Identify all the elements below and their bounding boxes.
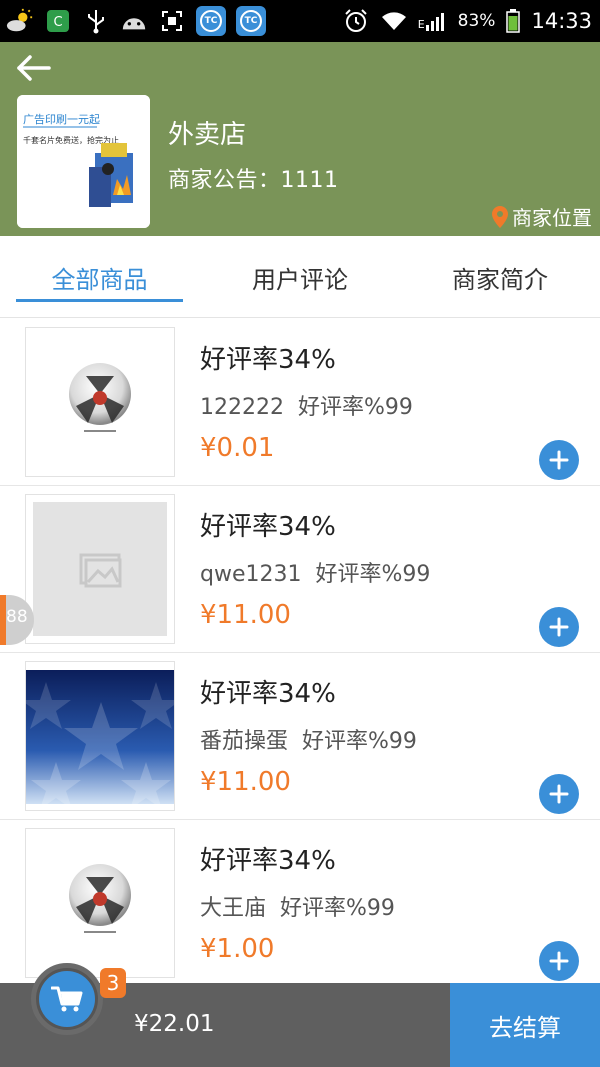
plus-icon (549, 951, 569, 971)
product-rating: 好评率%99 (315, 562, 431, 587)
product-title: 好评率34% (200, 512, 336, 542)
cart-count-badge: 3 (100, 968, 126, 998)
product-name: qwe1231 (200, 562, 302, 587)
tc-app-icon: TC (236, 6, 266, 36)
tab-active-indicator (16, 299, 183, 302)
cart-icon-circle (39, 971, 95, 1027)
wifi-icon (380, 7, 408, 35)
product-rating: 好评率%99 (302, 729, 417, 754)
shopping-cart-icon (51, 986, 83, 1012)
battery-percent: 83% (457, 11, 496, 31)
signal-icon: E (418, 11, 448, 31)
product-subtitle: 122222 好评率%99 (200, 389, 413, 421)
product-rating: 好评率%99 (297, 395, 413, 420)
product-title: 好评率34% (200, 846, 336, 876)
product-rating: 好评率%99 (280, 896, 395, 921)
product-price: ¥0.01 (200, 433, 275, 463)
product-price: ¥1.00 (200, 934, 275, 964)
product-image (25, 494, 175, 644)
product-item[interactable]: 好评率34% 番茄操蛋 好评率%99 ¥11.00 (0, 653, 600, 820)
clock: 14:33 (531, 9, 592, 33)
product-item[interactable]: 好评率34% 122222 好评率%99 ¥0.01 (0, 319, 600, 486)
product-subtitle: 大王庙 好评率%99 (200, 890, 395, 922)
shop-header: 广告印刷一元起 千套名片免费送，抢完为止 外卖店 商家公告：1111 商家位置 (0, 42, 600, 236)
product-image (25, 661, 175, 811)
product-title: 好评率34% (200, 345, 336, 375)
product-image (25, 327, 175, 477)
soccer-ball-image (69, 363, 131, 432)
usb-icon (82, 7, 110, 35)
svg-text:广告印刷一元起: 广告印刷一元起 (23, 113, 100, 126)
screenshot-icon (158, 7, 186, 35)
shop-notice: 商家公告：1111 (168, 168, 339, 193)
weather-icon (6, 7, 34, 35)
shop-logo: 广告印刷一元起 千套名片免费送，抢完为止 (17, 95, 150, 228)
soccer-ball-image (69, 864, 131, 933)
product-price: ¥11.00 (200, 767, 291, 797)
add-to-cart-button[interactable] (539, 607, 579, 647)
product-item[interactable]: 好评率34% 大王庙 好评率%99 ¥1.00 (0, 820, 600, 983)
tab-shop-intro[interactable]: 商家简介 (400, 236, 600, 318)
cart-total: ¥22.01 (134, 1011, 215, 1037)
back-arrow-icon (17, 55, 51, 81)
side-badge-count: 88 (6, 607, 28, 627)
product-title: 好评率34% (200, 679, 336, 709)
cart-button[interactable] (31, 963, 103, 1035)
app-notification-icon: C (44, 7, 72, 35)
alarm-icon (342, 7, 370, 35)
add-to-cart-button[interactable] (539, 941, 579, 981)
shop-location-label: 商家位置 (512, 206, 592, 230)
status-bar: C TC TC E 83% 14:33 (0, 0, 600, 42)
star-pattern-image (26, 670, 174, 809)
shop-name: 外卖店 (168, 120, 247, 150)
tab-bar: 全部商品 用户评论 商家简介 (0, 236, 600, 318)
add-to-cart-button[interactable] (539, 774, 579, 814)
add-to-cart-button[interactable] (539, 440, 579, 480)
product-item[interactable]: 好评率34% qwe1231 好评率%99 ¥11.00 (0, 486, 600, 653)
tab-user-reviews[interactable]: 用户评论 (200, 236, 400, 318)
product-subtitle: qwe1231 好评率%99 (200, 556, 430, 588)
product-price: ¥11.00 (200, 600, 291, 630)
android-debug-icon (120, 7, 148, 35)
back-button[interactable] (14, 50, 54, 86)
product-subtitle: 番茄操蛋 好评率%99 (200, 723, 417, 755)
checkout-button[interactable]: 去结算 (450, 983, 600, 1067)
plus-icon (549, 450, 569, 470)
product-name: 122222 (200, 395, 284, 420)
plus-icon (549, 617, 569, 637)
product-name: 大王庙 (200, 896, 267, 921)
shop-location-link[interactable]: 商家位置 (492, 202, 592, 231)
tab-all-products[interactable]: 全部商品 (16, 236, 183, 318)
plus-icon (549, 784, 569, 804)
location-pin-icon (492, 205, 508, 228)
svg-text:C: C (53, 15, 62, 30)
product-image (25, 828, 175, 978)
battery-icon (505, 7, 521, 35)
product-list[interactable]: 好评率34% 122222 好评率%99 ¥0.01 好评率34% qwe123… (0, 319, 600, 983)
image-placeholder-icon (33, 502, 167, 636)
tc-app-icon: TC (196, 6, 226, 36)
product-name: 番茄操蛋 (200, 729, 289, 754)
